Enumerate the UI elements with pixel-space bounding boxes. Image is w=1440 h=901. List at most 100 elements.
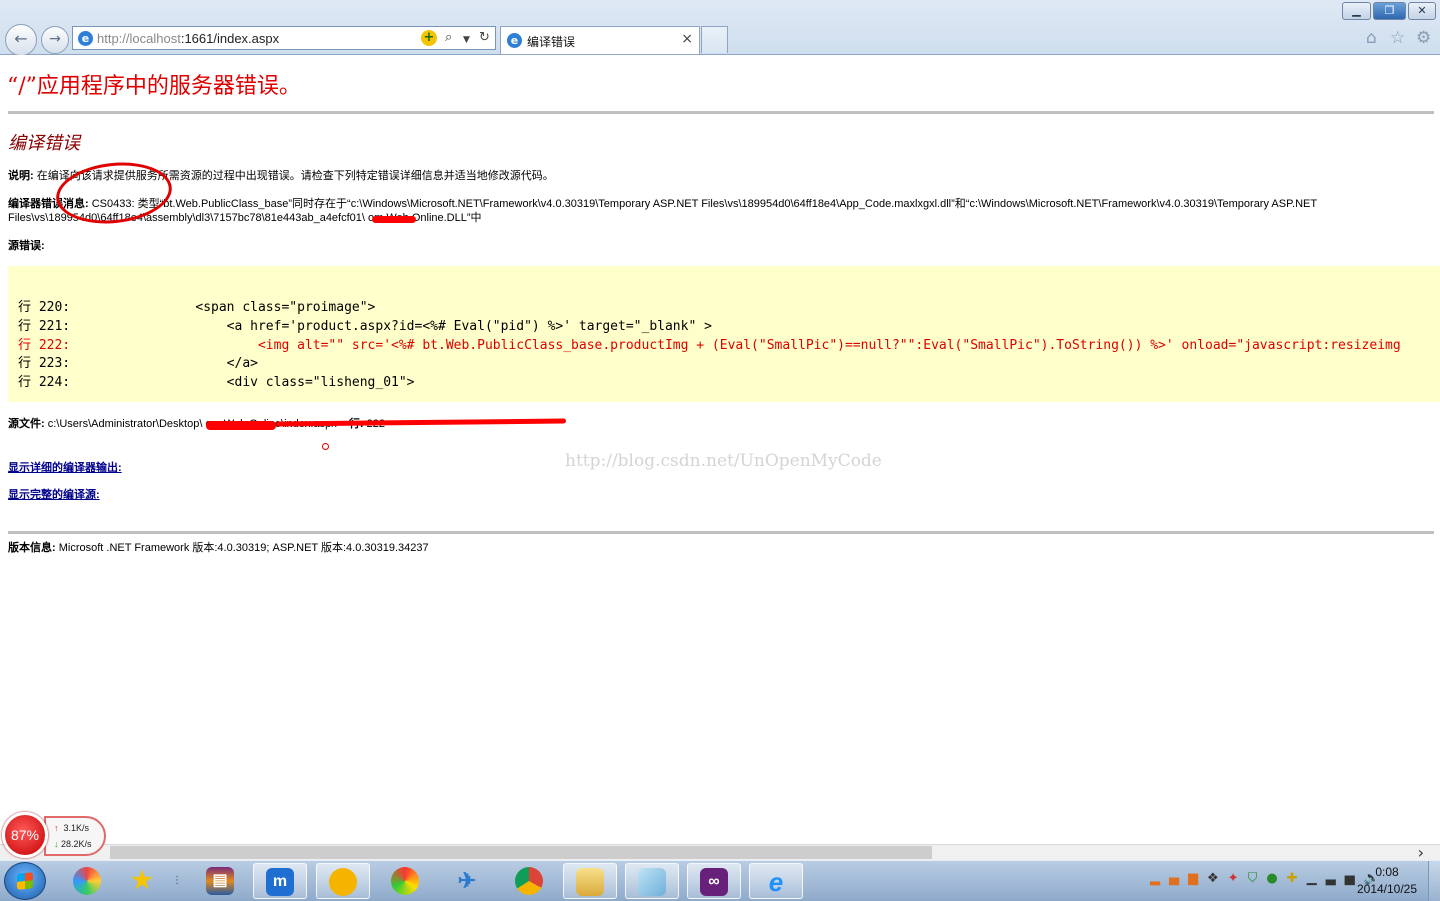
forward-button[interactable]: → [41, 26, 69, 54]
line-code: <a href='product.aspx?id=<%# Eval("pid")… [70, 318, 712, 334]
back-arrow-icon: ← [14, 29, 28, 48]
network-monitor-widget[interactable]: ↑ 3.1K/s ↓ 28.2K/s 87% [0, 812, 108, 860]
redaction-mark [372, 216, 416, 223]
visual-studio-icon: ∞ [700, 868, 728, 896]
taskbar-app-qq[interactable] [316, 863, 370, 899]
window-minimize-button[interactable]: ▁ [1342, 2, 1371, 20]
taskbar-app-chrome[interactable] [502, 863, 556, 899]
description-label: 说明: [8, 170, 34, 182]
taskbar-app-colors[interactable] [60, 863, 114, 899]
compiler-text: CS0433: 类型“bt.Web.PublicClass_base”同时存在于… [8, 198, 1317, 224]
annotation-dot [322, 443, 329, 450]
upload-value: 3.1K/s [63, 823, 90, 833]
network-bars-icon[interactable]: ▂▄▆ [1150, 871, 1207, 886]
version-label: 版本信息: [8, 542, 56, 554]
code-line: 行 224: <div class="lisheng_01"> [18, 375, 415, 390]
browser-chrome: ← → e http://localhost:1661/index.aspx +… [0, 0, 1440, 56]
compatibility-view-icon[interactable]: + [421, 30, 437, 46]
dropdown-arrow-icon[interactable]: ▼ [463, 32, 470, 48]
show-desktop-button[interactable] [1428, 861, 1440, 901]
tab-active[interactable]: e 编译错误 × [500, 26, 700, 54]
error-subtitle: 编译错误 [8, 133, 80, 154]
maxthon-icon: m [266, 868, 294, 896]
line-number: 行 220: [18, 300, 71, 315]
source-code-box: 行 220: <span class="proimage"> 行 221: <a… [8, 266, 1440, 402]
chrome-icon [515, 867, 543, 895]
internet-explorer-icon: e [768, 867, 784, 897]
winrar-icon: ▤ [206, 867, 234, 895]
show-full-source-link[interactable]: 显示完整的编译源: [8, 486, 100, 502]
code-line: 行 221: <a href='product.aspx?id=<%# Eval… [18, 319, 712, 334]
star-app-icon: ★ [131, 867, 153, 894]
tray-app-icon[interactable]: ❖ [1207, 871, 1228, 886]
shield-icon[interactable]: ⛉ [1248, 871, 1267, 886]
colorful-app-icon [73, 867, 101, 895]
address-bar[interactable]: e http://localhost:1661/index.aspx + ⌕ ▼… [72, 26, 496, 50]
taskbar-app-star[interactable]: ★ [115, 863, 169, 899]
browser-yellow-icon [329, 868, 357, 896]
clock[interactable]: 0:08 2014/10/25 [1354, 864, 1420, 898]
divider-top [8, 111, 1434, 114]
line-code: </a> [70, 356, 258, 372]
redaction-mark [206, 421, 276, 430]
line-code: <div class="lisheng_01"> [70, 375, 415, 391]
show-compiler-output-link[interactable]: 显示详细的编译器输出: [8, 459, 122, 475]
clock-date: 2014/10/25 [1356, 882, 1418, 896]
source-error-label-text: 源错误: [8, 240, 45, 252]
taskbar-app-explorer[interactable] [563, 863, 617, 899]
forward-arrow-icon: → [49, 31, 61, 47]
watermark: http://blog.csdn.net/UnOpenMyCode [565, 451, 882, 471]
scrollbar-thumb[interactable] [110, 846, 932, 859]
source-error-label: 源错误: [8, 239, 45, 253]
horizontal-scrollbar[interactable]: › [0, 843, 1440, 862]
upload-speed: ↑ 3.1K/s [54, 823, 89, 833]
speed-panel: ↑ 3.1K/s ↓ 28.2K/s [44, 816, 106, 856]
tray-compat-icon[interactable]: ✚ [1287, 871, 1307, 886]
taskbar-app-notepad[interactable] [625, 863, 679, 899]
code-line: 行 223: </a> [18, 356, 258, 371]
window-close-button[interactable]: ✕ [1408, 2, 1436, 20]
page-title: “/”应用程序中的服务器错误。 [7, 74, 301, 99]
tab-close-icon[interactable]: × [681, 31, 693, 47]
clock-time: 0:08 [1375, 865, 1399, 879]
taskbar-app-visual-studio[interactable]: ∞ [687, 863, 741, 899]
tray-security-icon[interactable]: ● [1266, 871, 1286, 886]
system-tray[interactable]: ▂▄▆❖✦⛉●✚▁▃▅🔈 [1150, 871, 1389, 886]
folder-icon [576, 868, 604, 896]
version-text: Microsoft .NET Framework 版本:4.0.30319; A… [55, 542, 429, 554]
url-host: http://localhost [97, 31, 181, 46]
taskbar: ★ ⋮ ▤ m ✈ ∞ e ▂▄▆❖✦⛉●✚▁▃▅🔈 0:08 2014/10/… [0, 860, 1440, 901]
compiler-message: 编译器错误消息: CS0433: 类型“bt.Web.PublicClass_b… [8, 197, 1428, 225]
ie-page-icon: e [78, 31, 93, 46]
download-speed: ↓ 28.2K/s [54, 839, 92, 849]
taskbar-app-ie[interactable]: e [749, 863, 803, 899]
new-tab-button[interactable] [701, 26, 728, 53]
refresh-icon[interactable]: ↻ [479, 30, 490, 46]
tab-page-icon: e [507, 33, 522, 48]
taskbar-app-maxthon[interactable]: m [253, 863, 307, 899]
taskbar-separator: ⋮ [172, 875, 182, 886]
taskbar-app-360[interactable] [378, 863, 432, 899]
tab-title: 编译错误 [527, 35, 576, 49]
divider-bottom [8, 531, 1434, 534]
code-line-highlighted: 行 222: <img alt="" src='<%# bt.Web.Publi… [18, 338, 1401, 353]
address-url[interactable]: http://localhost:1661/index.aspx [97, 31, 279, 46]
gear-icon[interactable]: ⚙ [1416, 28, 1431, 48]
search-icon[interactable]: ⌕ [445, 30, 452, 46]
line-code: <img alt="" src='<%# bt.Web.PublicClass_… [70, 337, 1401, 353]
tray-bird-icon[interactable]: ✦ [1228, 871, 1248, 886]
download-value: 28.2K/s [61, 839, 92, 849]
line-number: 行 224: [18, 375, 71, 391]
favorites-star-icon[interactable]: ☆ [1390, 28, 1405, 48]
start-button[interactable] [4, 862, 46, 900]
window-restore-button[interactable]: ❐ [1373, 2, 1406, 20]
taskbar-app-bird[interactable]: ✈ [440, 863, 494, 899]
notepad-icon [638, 868, 666, 896]
back-button[interactable]: ← [5, 24, 37, 56]
usage-percent: 87% [2, 812, 48, 858]
taskbar-app-winrar[interactable]: ▤ [193, 863, 247, 899]
ball-app-icon [391, 867, 419, 895]
home-icon[interactable]: ⌂ [1366, 28, 1377, 48]
url-path: :1661/index.aspx [180, 31, 280, 46]
line-number: 行 222: [18, 337, 71, 353]
